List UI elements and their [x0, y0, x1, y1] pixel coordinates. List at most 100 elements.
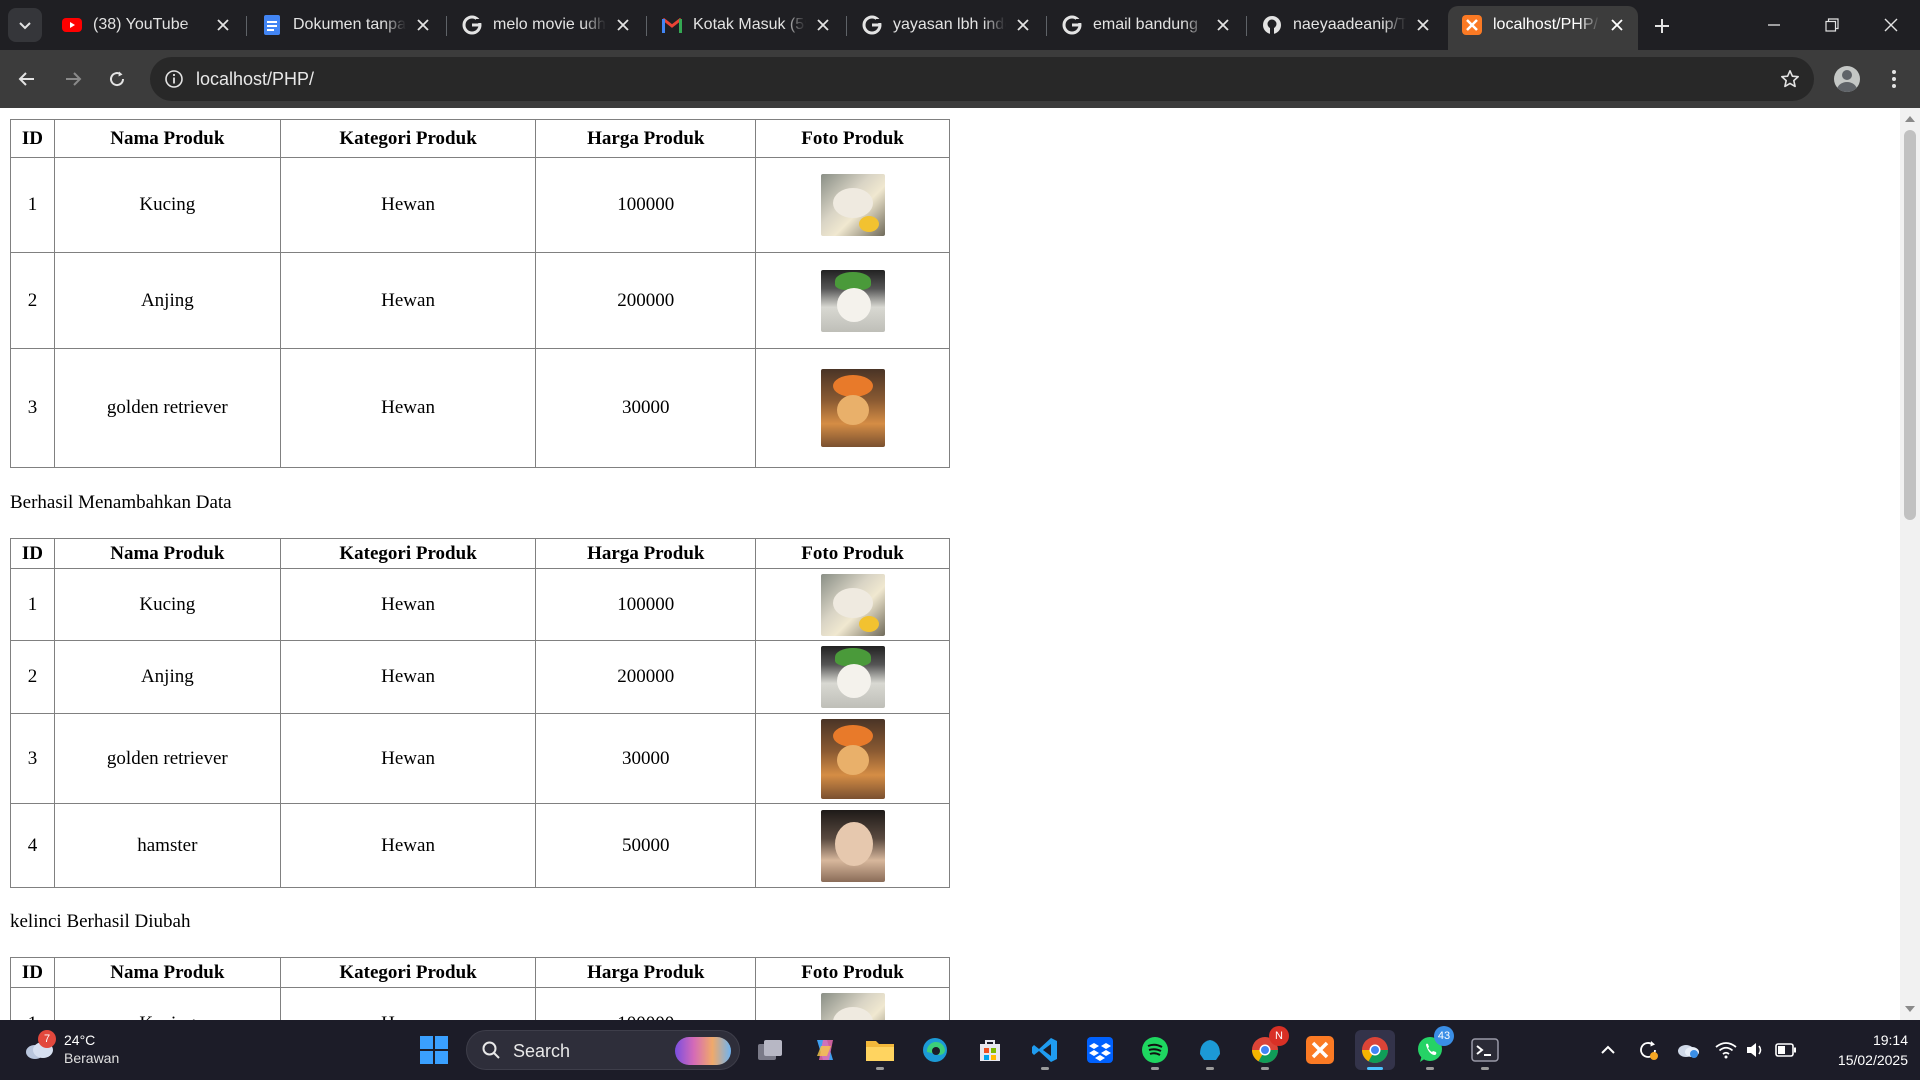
cell-harga: 200000	[535, 252, 757, 349]
vertical-scrollbar[interactable]	[1900, 108, 1920, 1020]
product-table-3: ID Nama Produk Kategori Produk Harga Pro…	[10, 957, 950, 1020]
cell-foto	[755, 568, 950, 641]
tab-separator	[1046, 16, 1047, 36]
close-icon[interactable]	[612, 14, 634, 36]
spotify-icon[interactable]	[1135, 1030, 1175, 1070]
product-photo-cat	[820, 573, 885, 636]
battery-icon[interactable]	[1774, 1038, 1798, 1062]
tab-gmail[interactable]: Kotak Masuk (59	[648, 6, 844, 44]
column-header-kategori: Kategori Produk	[279, 538, 537, 569]
product-photo-cat	[820, 992, 885, 1020]
cell-harga: 30000	[535, 713, 757, 804]
new-tab-button[interactable]	[1648, 12, 1676, 40]
bookmark-star-icon[interactable]	[1778, 67, 1802, 91]
tab-melo-movie[interactable]: melo movie udh	[448, 6, 644, 44]
cell-nama: Kucing	[53, 568, 281, 641]
forward-button[interactable]	[56, 62, 90, 96]
cell-id: 3	[10, 348, 55, 468]
back-arrow-icon	[18, 72, 34, 86]
cell-foto	[755, 803, 950, 888]
column-header-harga: Harga Produk	[535, 119, 757, 158]
close-icon[interactable]	[1212, 14, 1234, 36]
cell-harga: 100000	[535, 987, 757, 1020]
product-photo-golden-retriever	[820, 369, 885, 447]
vscode-icon[interactable]	[1025, 1030, 1065, 1070]
windows-logo-tile	[435, 1051, 448, 1064]
close-icon[interactable]	[812, 14, 834, 36]
cell-id: 1	[10, 157, 55, 253]
tab-github[interactable]: naeyaadeanip/T	[1248, 6, 1444, 44]
table-header-row: ID Nama Produk Kategori Produk Harga Pro…	[10, 538, 950, 569]
cell-kategori: Hewan	[279, 348, 537, 468]
browser-menu-button[interactable]	[1880, 64, 1908, 94]
close-icon[interactable]	[1606, 14, 1628, 36]
cell-kategori: Hewan	[279, 252, 537, 349]
product-table-2: ID Nama Produk Kategori Produk Harga Pro…	[10, 538, 950, 888]
column-header-nama: Nama Produk	[53, 538, 281, 569]
chrome-profile-icon[interactable]: N	[1245, 1026, 1289, 1070]
cell-id: 1	[10, 987, 55, 1020]
restore-button[interactable]	[1803, 0, 1861, 50]
table-row: 1 Kucing Hewan 100000	[10, 568, 950, 641]
chrome-icon[interactable]	[1355, 1030, 1395, 1070]
weather-widget[interactable]: 7 24°C Berawan	[20, 1030, 160, 1070]
tab-localhost[interactable]: localhost/PHP/	[1448, 6, 1638, 50]
close-icon[interactable]	[1012, 14, 1034, 36]
close-window-button[interactable]	[1862, 0, 1920, 50]
tab-youtube[interactable]: (38) YouTube	[48, 6, 244, 44]
tab-email-bandung[interactable]: email bandung	[1048, 6, 1244, 44]
cell-id: 4	[10, 803, 55, 888]
kebab-menu-icon	[1892, 70, 1896, 88]
sync-icon[interactable]	[1636, 1038, 1660, 1062]
file-explorer-icon[interactable]	[860, 1030, 900, 1070]
weather-badge: 7	[38, 1030, 56, 1048]
volume-icon[interactable]	[1744, 1038, 1768, 1062]
scroll-down-arrow-icon[interactable]	[1905, 1006, 1915, 1012]
notification-badge: N	[1269, 1026, 1289, 1046]
onedrive-icon[interactable]	[1676, 1038, 1700, 1062]
column-header-harga: Harga Produk	[535, 538, 757, 569]
chevron-up-icon[interactable]	[1596, 1038, 1620, 1062]
url-text[interactable]: localhost/PHP/	[196, 69, 314, 90]
cell-nama: golden retriever	[53, 348, 281, 468]
tab-title: Dokumen tanpa judul	[293, 16, 406, 33]
minimize-button[interactable]	[1745, 0, 1803, 50]
tab-search-button[interactable]	[8, 8, 42, 42]
cell-kategori: Hewan	[279, 568, 537, 641]
close-icon[interactable]	[212, 14, 234, 36]
site-info-icon[interactable]	[162, 67, 186, 91]
scrollbar-thumb[interactable]	[1904, 130, 1916, 520]
close-icon[interactable]	[412, 14, 434, 36]
wifi-icon[interactable]	[1714, 1038, 1738, 1062]
dropbox-icon[interactable]	[1080, 1030, 1120, 1070]
tab-yayasan[interactable]: yayasan lbh indonesia	[848, 6, 1044, 44]
column-header-kategori: Kategori Produk	[279, 957, 537, 988]
terminal-icon[interactable]	[1465, 1030, 1505, 1070]
whatsapp-icon[interactable]: 43	[1410, 1026, 1454, 1070]
copilot-icon[interactable]	[805, 1030, 845, 1070]
xampp-icon[interactable]	[1300, 1030, 1340, 1070]
browser-toolbar: localhost/PHP/	[0, 50, 1920, 108]
system-clock[interactable]: 19:14 15/02/2025	[1812, 1030, 1908, 1070]
profile-avatar[interactable]	[1834, 66, 1860, 92]
edge-icon[interactable]	[915, 1030, 955, 1070]
scroll-up-arrow-icon[interactable]	[1905, 116, 1915, 122]
cell-kategori: Hewan	[279, 157, 537, 253]
column-header-nama: Nama Produk	[53, 957, 281, 988]
start-button[interactable]	[420, 1036, 448, 1064]
clock-time: 19:14	[1872, 1032, 1908, 1048]
product-photo-dog	[820, 269, 885, 332]
tab-separator	[246, 16, 247, 36]
task-view-icon[interactable]	[750, 1030, 790, 1070]
reload-button[interactable]	[100, 62, 134, 96]
close-icon[interactable]	[1412, 14, 1434, 36]
taskbar-search[interactable]: Search	[466, 1030, 740, 1070]
address-bar[interactable]: localhost/PHP/	[150, 57, 1814, 101]
back-button[interactable]	[10, 62, 44, 96]
tab-dokumen[interactable]: Dokumen tanpa judul	[248, 6, 444, 44]
cell-kategori: Hewan	[279, 713, 537, 804]
microsoft-store-icon[interactable]	[970, 1030, 1010, 1070]
app-icon[interactable]	[1190, 1030, 1230, 1070]
cell-kategori: Hewan	[279, 640, 537, 714]
cell-foto	[755, 348, 950, 468]
